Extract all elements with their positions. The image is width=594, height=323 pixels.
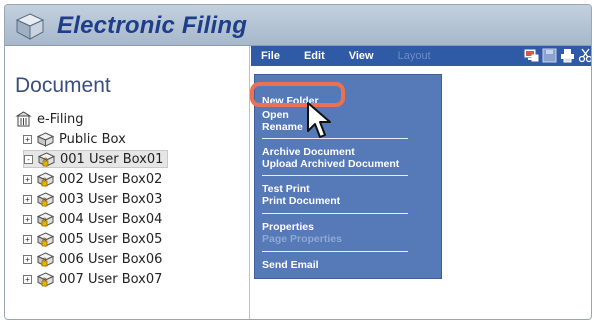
tree-item-label: 005 User Box05 xyxy=(59,231,163,247)
menu-separator xyxy=(262,175,408,176)
menu-item-send-email[interactable]: Send Email xyxy=(262,259,319,271)
locked-box-icon xyxy=(37,252,54,267)
expand-toggle[interactable]: + xyxy=(23,194,32,204)
expand-toggle[interactable]: + xyxy=(23,214,32,224)
tree-item-user-box-07[interactable]: + 007 User Box07 xyxy=(23,270,162,288)
tree-item-user-box-05[interactable]: + 005 User Box05 xyxy=(23,230,162,248)
menu-item-page-properties: Page Properties xyxy=(262,233,342,245)
tree-item-user-box-01[interactable]: - 001 User Box01 xyxy=(23,150,169,168)
tree-item-label: Public Box xyxy=(59,131,126,147)
tree-item-label: 003 User Box03 xyxy=(59,191,163,207)
app-title: Electronic Filing xyxy=(57,12,248,39)
pane-title: Document xyxy=(15,74,111,97)
scissors-icon[interactable] xyxy=(578,48,592,63)
menu-file[interactable]: File xyxy=(251,50,294,62)
toolbar xyxy=(524,48,592,63)
locked-box-icon xyxy=(37,232,54,247)
print-icon[interactable] xyxy=(560,48,575,63)
tree-item-user-box-03[interactable]: + 003 User Box03 xyxy=(23,190,162,208)
monitor-icon[interactable] xyxy=(524,48,539,63)
menu-separator xyxy=(262,138,408,139)
tree-item-label: 002 User Box02 xyxy=(59,171,163,187)
expand-toggle[interactable]: + xyxy=(23,234,32,244)
menu-item-properties[interactable]: Properties xyxy=(262,221,314,233)
menu-bar: File Edit View Layout xyxy=(251,46,592,66)
tree-item-label: 007 User Box07 xyxy=(59,271,163,287)
tree-item-user-box-04[interactable]: + 004 User Box04 xyxy=(23,210,162,228)
cube-icon xyxy=(15,13,45,40)
locked-box-icon xyxy=(37,272,54,287)
tree-item-public-box[interactable]: + Public Box xyxy=(23,130,126,148)
menu-separator xyxy=(262,213,408,214)
tree-root-label: e-Filing xyxy=(37,111,84,127)
menu-layout: Layout xyxy=(397,50,431,62)
tree-item-label: 006 User Box06 xyxy=(59,251,163,267)
menu-item-archive-document[interactable]: Archive Document xyxy=(262,146,355,158)
expand-toggle[interactable]: + xyxy=(23,254,32,264)
expand-toggle[interactable]: + xyxy=(23,174,32,184)
menu-view[interactable]: View xyxy=(339,50,388,62)
expand-toggle[interactable]: + xyxy=(23,134,32,144)
building-icon xyxy=(15,111,32,127)
locked-box-icon xyxy=(38,152,55,167)
tree-item-user-box-06[interactable]: + 006 User Box06 xyxy=(23,250,162,268)
menu-item-test-print[interactable]: Test Print xyxy=(262,183,310,195)
menu-edit[interactable]: Edit xyxy=(294,50,339,62)
tree-root-efiling[interactable]: e-Filing xyxy=(15,110,84,128)
title-bar: Electronic Filing xyxy=(5,5,591,46)
locked-box-icon xyxy=(37,192,54,207)
tree-item-label: 004 User Box04 xyxy=(59,211,163,227)
collapse-toggle[interactable]: - xyxy=(24,154,33,164)
expand-toggle[interactable]: + xyxy=(23,274,32,284)
save-icon[interactable] xyxy=(542,48,557,63)
locked-box-icon xyxy=(37,212,54,227)
menu-item-open[interactable]: Open xyxy=(262,109,289,121)
document-tree-pane: Document e-Filing + Public Box - 001 Use… xyxy=(5,46,250,319)
tree-item-user-box-02[interactable]: + 002 User Box02 xyxy=(23,170,162,188)
menu-item-rename[interactable]: Rename xyxy=(262,121,303,133)
menu-item-upload-archived-document[interactable]: Upload Archived Document xyxy=(262,158,399,170)
tree-item-label: 001 User Box01 xyxy=(60,151,164,167)
locked-box-icon xyxy=(37,172,54,187)
app-window: Electronic Filing Document e-Filing + Pu… xyxy=(4,4,592,320)
menu-item-print-document[interactable]: Print Document xyxy=(262,195,340,207)
box-icon xyxy=(37,132,54,147)
pointer-cursor-icon xyxy=(307,102,331,138)
menu-separator xyxy=(262,251,408,252)
